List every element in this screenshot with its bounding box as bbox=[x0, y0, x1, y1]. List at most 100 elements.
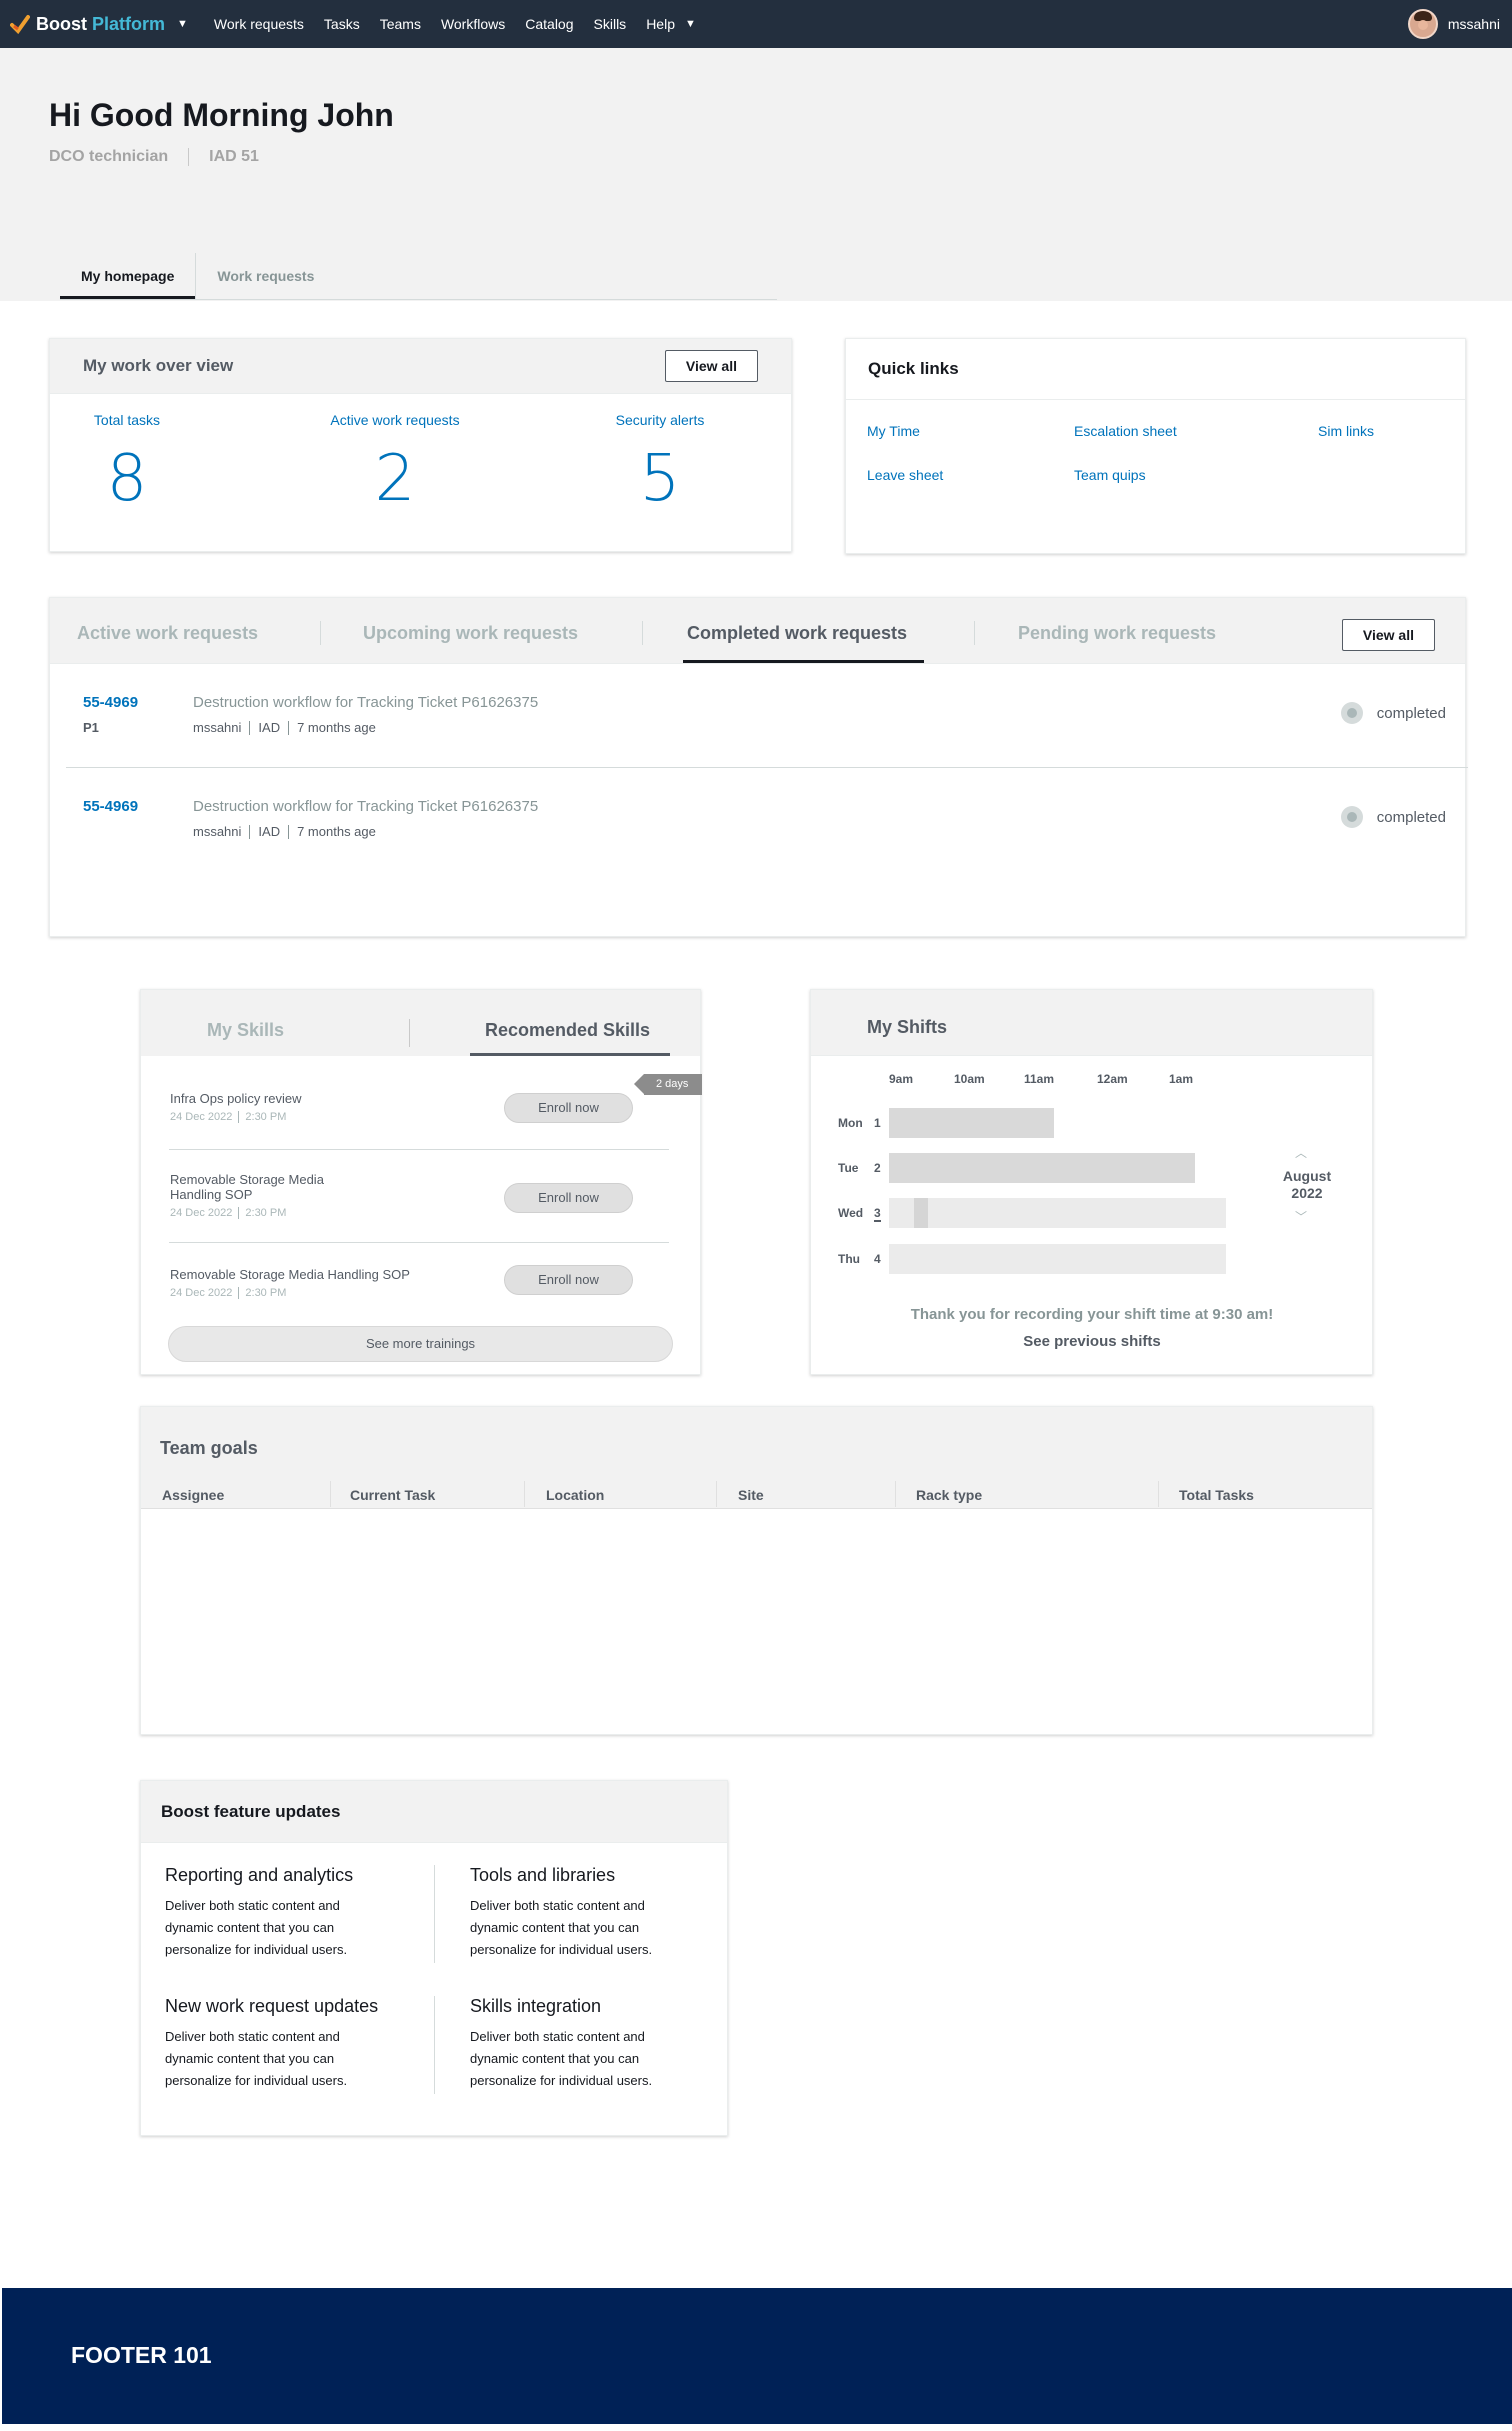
feature-description: Deliver both static content and dynamic … bbox=[165, 2029, 348, 2088]
feature-updates-title: Boost feature updates bbox=[141, 1781, 727, 1843]
work-request-title: Destruction workflow for Tracking Ticket… bbox=[193, 694, 539, 711]
column-header-rack-type[interactable]: Rack type bbox=[916, 1487, 982, 1503]
shift-track[interactable] bbox=[889, 1198, 1226, 1228]
help-chevron-down-icon[interactable]: ▼ bbox=[685, 18, 696, 30]
nav-tasks[interactable]: Tasks bbox=[324, 16, 360, 32]
stat-active-work-requests[interactable]: Active work requests 2 bbox=[320, 412, 470, 516]
stat-value: 8 bbox=[106, 442, 148, 516]
username[interactable]: mssahni bbox=[1448, 16, 1500, 32]
feature-item: Reporting and analytics Deliver both sta… bbox=[165, 1865, 385, 1961]
tab-pending-work-requests[interactable]: Pending work requests bbox=[1018, 623, 1216, 644]
day-label: Mon bbox=[838, 1116, 863, 1130]
divider bbox=[169, 1242, 669, 1243]
divider bbox=[1158, 1481, 1159, 1507]
enroll-now-button[interactable]: Enroll now bbox=[504, 1093, 633, 1123]
status-badge: completed bbox=[1340, 806, 1446, 828]
column-header-location[interactable]: Location bbox=[546, 1487, 604, 1503]
team-goals-table-header: Assignee Current Task Location Site Rack… bbox=[141, 1479, 1372, 1509]
nav-catalog[interactable]: Catalog bbox=[525, 16, 573, 32]
boost-logo-icon bbox=[10, 15, 30, 34]
work-requests-card: Active work requests Upcoming work reque… bbox=[49, 597, 1468, 937]
tab-my-homepage[interactable]: My homepage bbox=[60, 253, 196, 299]
chevron-down-icon[interactable]: ﹀ bbox=[1295, 1208, 1307, 1225]
shift-track[interactable] bbox=[889, 1244, 1226, 1274]
work-request-meta: mssahni IAD 7 months age bbox=[193, 824, 376, 839]
column-header-current-task[interactable]: Current Task bbox=[350, 1487, 435, 1503]
nav-help[interactable]: Help bbox=[646, 16, 675, 32]
work-request-priority: P1 bbox=[83, 720, 99, 735]
footer: FOOTER 101 bbox=[2, 2288, 1512, 2424]
column-header-site[interactable]: Site bbox=[738, 1487, 764, 1503]
quick-link-team-quips[interactable]: Team quips bbox=[1074, 467, 1146, 483]
stat-value: 5 bbox=[639, 442, 681, 516]
quick-link-my-time[interactable]: My Time bbox=[867, 423, 920, 439]
divider bbox=[238, 1287, 240, 1299]
training-time-value: 2:30 PM bbox=[245, 1287, 287, 1299]
nav-teams[interactable]: Teams bbox=[380, 16, 421, 32]
training-date-value: 24 Dec 2022 bbox=[170, 1111, 233, 1123]
work-request-row[interactable]: 55-4969 P1 Destruction workflow for Trac… bbox=[66, 664, 1468, 768]
training-item: Removable Storage Media Handling SOP 24 … bbox=[170, 1172, 350, 1219]
status-dot-icon bbox=[1340, 702, 1363, 724]
divider bbox=[188, 148, 190, 166]
nav-workflows[interactable]: Workflows bbox=[441, 16, 505, 32]
work-request-site: IAD bbox=[258, 824, 281, 839]
brand-chevron-down-icon[interactable]: ▼ bbox=[177, 18, 188, 30]
chevron-up-icon[interactable]: ︿ bbox=[1295, 1144, 1307, 1161]
tab-recomended-skills[interactable]: Recomended Skills bbox=[485, 1020, 650, 1041]
tab-work-requests[interactable]: Work requests bbox=[196, 253, 335, 299]
tab-active-work-requests[interactable]: Active work requests bbox=[77, 623, 258, 644]
quick-link-leave-sheet[interactable]: Leave sheet bbox=[867, 467, 943, 483]
skills-card: My Skills Recomended Skills 2 days left … bbox=[140, 989, 702, 1375]
year-label: 2022 bbox=[1291, 1185, 1323, 1201]
stat-total-tasks[interactable]: Total tasks 8 bbox=[93, 412, 161, 516]
feature-title: New work request updates bbox=[165, 1996, 379, 2016]
tab-upcoming-work-requests[interactable]: Upcoming work requests bbox=[363, 623, 578, 644]
day-label: Wed bbox=[838, 1206, 864, 1220]
user-menu[interactable]: mssahni bbox=[1407, 9, 1500, 39]
team-goals-title: Team goals bbox=[141, 1407, 1372, 1479]
work-requests-view-all-button[interactable]: View all bbox=[1341, 619, 1435, 651]
tab-my-skills[interactable]: My Skills bbox=[207, 1020, 284, 1041]
nav-work-requests[interactable]: Work requests bbox=[214, 16, 304, 32]
work-request-row[interactable]: 55-4969 Destruction workflow for Trackin… bbox=[66, 768, 1468, 872]
quick-links-title: Quick links bbox=[846, 339, 1465, 400]
stat-label: Total tasks bbox=[93, 412, 161, 428]
work-overview-card: My work over view View all Total tasks 8… bbox=[49, 338, 792, 552]
page-title: Hi Good Morning John bbox=[49, 97, 394, 133]
training-time-value: 2:30 PM bbox=[245, 1111, 287, 1123]
work-request-site: IAD bbox=[258, 720, 281, 735]
month-selector: August 2022 bbox=[1277, 1168, 1337, 1202]
divider bbox=[330, 1481, 331, 1507]
quick-link-escalation-sheet[interactable]: Escalation sheet bbox=[1074, 423, 1177, 439]
page-tabs: My homepage Work requests bbox=[60, 253, 777, 300]
overview-view-all-button[interactable]: View all bbox=[664, 350, 758, 382]
hour-label: 1am bbox=[1169, 1072, 1194, 1086]
feature-title: Reporting and analytics bbox=[165, 1865, 354, 1885]
column-header-total-tasks[interactable]: Total Tasks bbox=[1179, 1487, 1254, 1503]
work-request-id[interactable]: 55-4969 bbox=[83, 694, 138, 711]
work-request-id[interactable]: 55-4969 bbox=[83, 798, 138, 815]
see-previous-shifts-link[interactable]: See previous shifts bbox=[811, 1333, 1373, 1350]
column-header-assignee[interactable]: Assignee bbox=[162, 1487, 224, 1503]
divider bbox=[716, 1481, 717, 1507]
work-request-user: mssahni bbox=[193, 720, 242, 735]
divider bbox=[974, 621, 975, 645]
work-request-meta: mssahni IAD 7 months age bbox=[193, 720, 376, 735]
nav-skills[interactable]: Skills bbox=[594, 16, 627, 32]
divider bbox=[320, 621, 321, 645]
avatar[interactable] bbox=[1407, 9, 1438, 39]
training-date: 24 Dec 2022 2:30 PM bbox=[170, 1207, 350, 1219]
shift-bar[interactable] bbox=[889, 1108, 1054, 1138]
see-more-trainings-button[interactable]: See more trainings bbox=[168, 1326, 673, 1362]
shift-bar[interactable] bbox=[914, 1198, 928, 1228]
shift-bar[interactable] bbox=[889, 1153, 1195, 1183]
enroll-now-button[interactable]: Enroll now bbox=[504, 1183, 633, 1213]
tab-completed-work-requests[interactable]: Completed work requests bbox=[687, 623, 907, 644]
feature-item: Skills integration Deliver both static c… bbox=[470, 1996, 690, 2092]
brand-logo[interactable]: Boost Platform ▼ bbox=[10, 14, 188, 35]
enroll-now-button[interactable]: Enroll now bbox=[504, 1265, 633, 1295]
feature-item: New work request updates Deliver both st… bbox=[165, 1996, 385, 2092]
stat-security-alerts[interactable]: Security alerts 5 bbox=[605, 412, 715, 516]
quick-link-sim-links[interactable]: Sim links bbox=[1318, 423, 1374, 439]
